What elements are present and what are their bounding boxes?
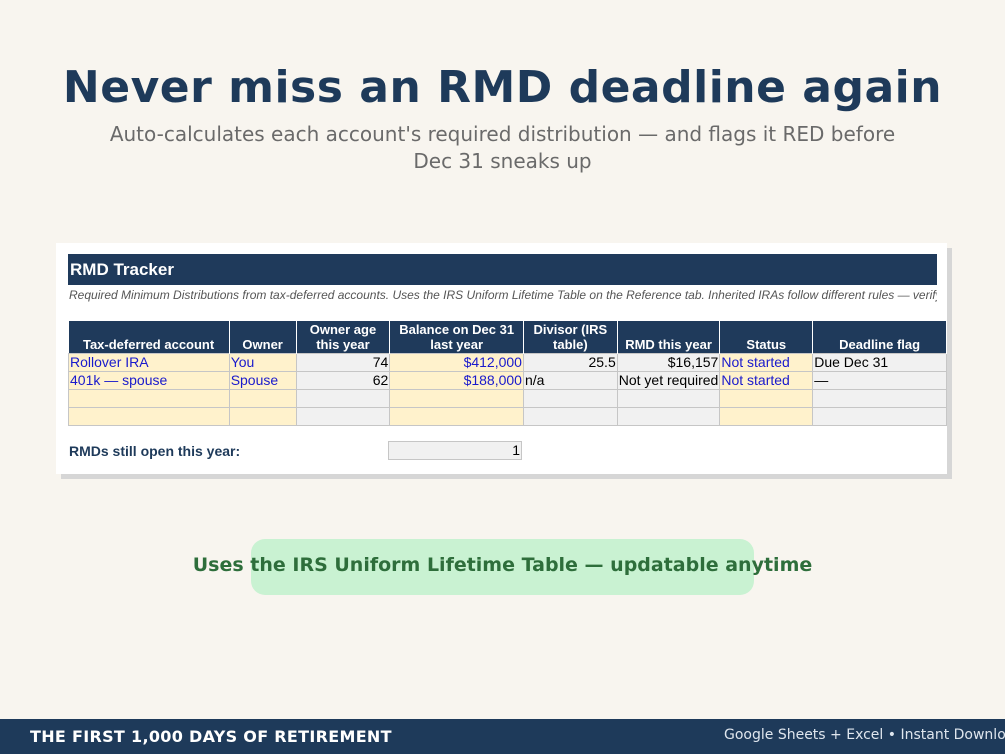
sheet-title: RMD Tracker	[68, 254, 937, 285]
owner-cell[interactable]: You	[228, 353, 297, 372]
rmd-cell[interactable]	[616, 389, 721, 408]
footer-platforms: Google Sheets + Excel • Instant Download	[724, 727, 1005, 743]
status-cell[interactable]: Not started	[719, 371, 814, 390]
account-cell[interactable]	[68, 407, 230, 426]
balance-cell[interactable]: $412,000	[389, 353, 524, 372]
column-header-rmd[interactable]: RMD this year	[617, 321, 721, 354]
open-rmds-label: RMDs still open this year:	[69, 443, 241, 459]
open-rmds-count[interactable]: 1	[388, 441, 522, 460]
column-header-divisor[interactable]: Divisor (IRS table)	[523, 321, 618, 354]
account-cell[interactable]: Rollover IRA	[68, 353, 230, 372]
rmd-table: Tax-deferred account Owner Owner age thi…	[68, 321, 947, 426]
table-row	[68, 389, 947, 408]
age-cell[interactable]	[295, 389, 391, 408]
balance-cell[interactable]	[389, 389, 524, 408]
subheadline: Auto-calculates each account's required …	[109, 122, 896, 173]
age-cell[interactable]	[295, 407, 391, 426]
rmd-cell[interactable]: $16,157	[616, 353, 721, 372]
balance-cell[interactable]	[389, 407, 524, 426]
headline: Never miss an RMD deadline again	[62, 62, 943, 113]
status-cell[interactable]: Not started	[719, 353, 814, 372]
divisor-cell[interactable]: n/a	[522, 371, 618, 390]
age-cell[interactable]: 74	[295, 353, 391, 372]
divisor-cell[interactable]: 25.5	[522, 353, 618, 372]
deadline-flag-cell[interactable]: —	[812, 371, 947, 390]
account-cell[interactable]	[68, 389, 230, 408]
spreadsheet-preview: RMD Tracker Required Minimum Distributio…	[56, 243, 947, 474]
deadline-flag-cell[interactable]	[812, 407, 947, 426]
owner-cell[interactable]: Spouse	[228, 371, 297, 390]
sheet-description: Required Minimum Distributions from tax-…	[69, 288, 937, 302]
account-cell[interactable]: 401k — spouse	[68, 371, 230, 390]
deadline-flag-cell[interactable]: Due Dec 31	[812, 353, 947, 372]
age-cell[interactable]: 62	[295, 371, 391, 390]
status-cell[interactable]	[719, 389, 814, 408]
divisor-cell[interactable]	[522, 407, 618, 426]
owner-cell[interactable]	[228, 407, 297, 426]
table-row: 401k — spouse Spouse 62 $188,000 n/a Not…	[68, 371, 947, 390]
table-row: Rollover IRA You 74 $412,000 25.5 $16,15…	[68, 353, 947, 372]
divisor-cell[interactable]	[522, 389, 618, 408]
status-cell[interactable]	[719, 407, 814, 426]
column-header-balance[interactable]: Balance on Dec 31 last year	[389, 321, 524, 354]
column-header-account[interactable]: Tax-deferred account	[68, 321, 230, 354]
feature-pill-text: Uses the IRS Uniform Lifetime Table — up…	[192, 554, 813, 576]
table-row	[68, 407, 947, 426]
column-header-age[interactable]: Owner age this year	[296, 321, 391, 354]
deadline-flag-cell[interactable]	[812, 389, 947, 408]
balance-cell[interactable]: $188,000	[389, 371, 524, 390]
footer-brand: THE FIRST 1,000 DAYS OF RETIREMENT	[30, 727, 392, 746]
table-header-row: Tax-deferred account Owner Owner age thi…	[68, 321, 947, 354]
rmd-cell[interactable]: Not yet required	[616, 371, 721, 390]
owner-cell[interactable]	[228, 389, 297, 408]
rmd-cell[interactable]	[616, 407, 721, 426]
footer-bar: THE FIRST 1,000 DAYS OF RETIREMENT Googl…	[0, 719, 1005, 754]
column-header-status[interactable]: Status	[719, 321, 814, 354]
column-header-deadline-flag[interactable]: Deadline flag	[812, 321, 947, 354]
column-header-owner[interactable]: Owner	[229, 321, 297, 354]
